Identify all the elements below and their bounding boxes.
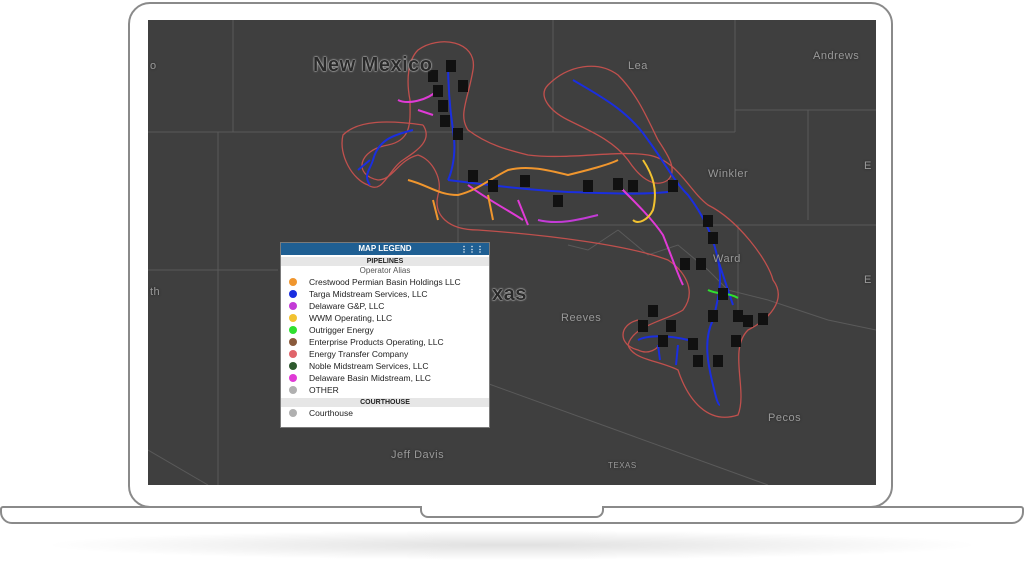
legend-item-label: Enterprise Products Operating, LLC	[309, 337, 444, 347]
legend-title: MAP LEGEND	[358, 244, 412, 253]
map-legend[interactable]: MAP LEGEND ⋮⋮⋮ PIPELINES Operator Alias …	[280, 242, 490, 428]
legend-item: Crestwood Permian Basin Holdings LLC	[281, 276, 489, 288]
legend-item-label: Delaware Basin Midstream, LLC	[309, 373, 431, 383]
legend-item: Noble Midstream Services, LLC	[281, 360, 489, 372]
pipeline-delaware-gp	[537, 214, 599, 224]
label-right-edge-mid: E	[864, 274, 872, 286]
county-boundaries	[148, 20, 876, 485]
label-andrews: Andrews	[813, 50, 860, 62]
label-texas: xas	[492, 283, 527, 305]
label-reeves: Reeves	[561, 312, 602, 324]
label-jeff-davis: Jeff Davis	[391, 449, 445, 461]
courthouse-dot-icon	[289, 409, 297, 417]
legend-dot-icon	[289, 386, 297, 394]
legend-item-courthouse: Courthouse	[281, 407, 489, 419]
legend-item-label: WWM Operating, LLC	[309, 313, 393, 323]
legend-item: Enterprise Products Operating, LLC	[281, 336, 489, 348]
legend-item-label: Crestwood Permian Basin Holdings LLC	[309, 277, 461, 287]
legend-dot-icon	[289, 278, 297, 286]
legend-item: Delaware G&P, LLC	[281, 300, 489, 312]
laptop-notch	[420, 506, 604, 518]
pipeline-dbm-east	[617, 184, 684, 286]
legend-pipelines-header: PIPELINES	[281, 257, 489, 266]
legend-item: OTHER	[281, 384, 489, 396]
legend-item: Targa Midstream Services, LLC	[281, 288, 489, 300]
label-winkler: Winkler	[708, 168, 749, 180]
legend-item-label: Delaware G&P, LLC	[309, 301, 385, 311]
legend-pipeline-list: Crestwood Permian Basin Holdings LLC Targ…	[281, 276, 489, 396]
legend-item-label: Courthouse	[309, 408, 353, 418]
label-left-edge-mid: th	[150, 286, 161, 298]
legend-item: WWM Operating, LLC	[281, 312, 489, 324]
legend-dot-icon	[289, 326, 297, 334]
legend-item: Energy Transfer Company	[281, 348, 489, 360]
legend-dot-icon	[289, 302, 297, 310]
legend-dot-icon	[289, 350, 297, 358]
laptop-shadow	[40, 530, 984, 560]
legend-title-bar[interactable]: MAP LEGEND ⋮⋮⋮	[281, 243, 489, 255]
label-left-edge-top: o	[150, 60, 157, 72]
label-new-mexico: New Mexico	[313, 54, 433, 76]
pipeline-targa-west	[357, 129, 414, 186]
legend-item: Delaware Basin Midstream, LLC	[281, 372, 489, 384]
legend-item-label: Targa Midstream Services, LLC	[309, 289, 428, 299]
legend-dot-icon	[289, 290, 297, 298]
label-ward: Ward	[713, 253, 741, 265]
pipeline-dbm-north	[397, 89, 439, 116]
grid-dots-icon[interactable]: ⋮⋮⋮	[460, 244, 484, 256]
map-canvas[interactable]	[148, 20, 876, 485]
legend-operator-alias: Operator Alias	[359, 266, 411, 275]
label-lea: Lea	[628, 60, 648, 72]
legend-item-label: Noble Midstream Services, LLC	[309, 361, 429, 371]
legend-dot-icon	[289, 314, 297, 322]
legend-item-label: OTHER	[309, 385, 339, 395]
map-screen[interactable]: New Mexico xas Lea Andrews Winkler Ward …	[148, 20, 876, 485]
legend-dot-icon	[289, 374, 297, 382]
legend-item: Outrigger Energy	[281, 324, 489, 336]
label-pecos: Pecos	[768, 412, 802, 424]
legend-item-label: Outrigger Energy	[309, 325, 374, 335]
pipeline-targa-south	[706, 259, 722, 406]
legend-dot-icon	[289, 338, 297, 346]
label-right-edge-top: E	[864, 160, 872, 172]
label-texas-small: TEXAS	[608, 461, 637, 470]
legend-dot-icon	[289, 362, 297, 370]
legend-item-label: Energy Transfer Company	[309, 349, 409, 359]
legend-courthouse-header: COURTHOUSE	[281, 398, 489, 407]
